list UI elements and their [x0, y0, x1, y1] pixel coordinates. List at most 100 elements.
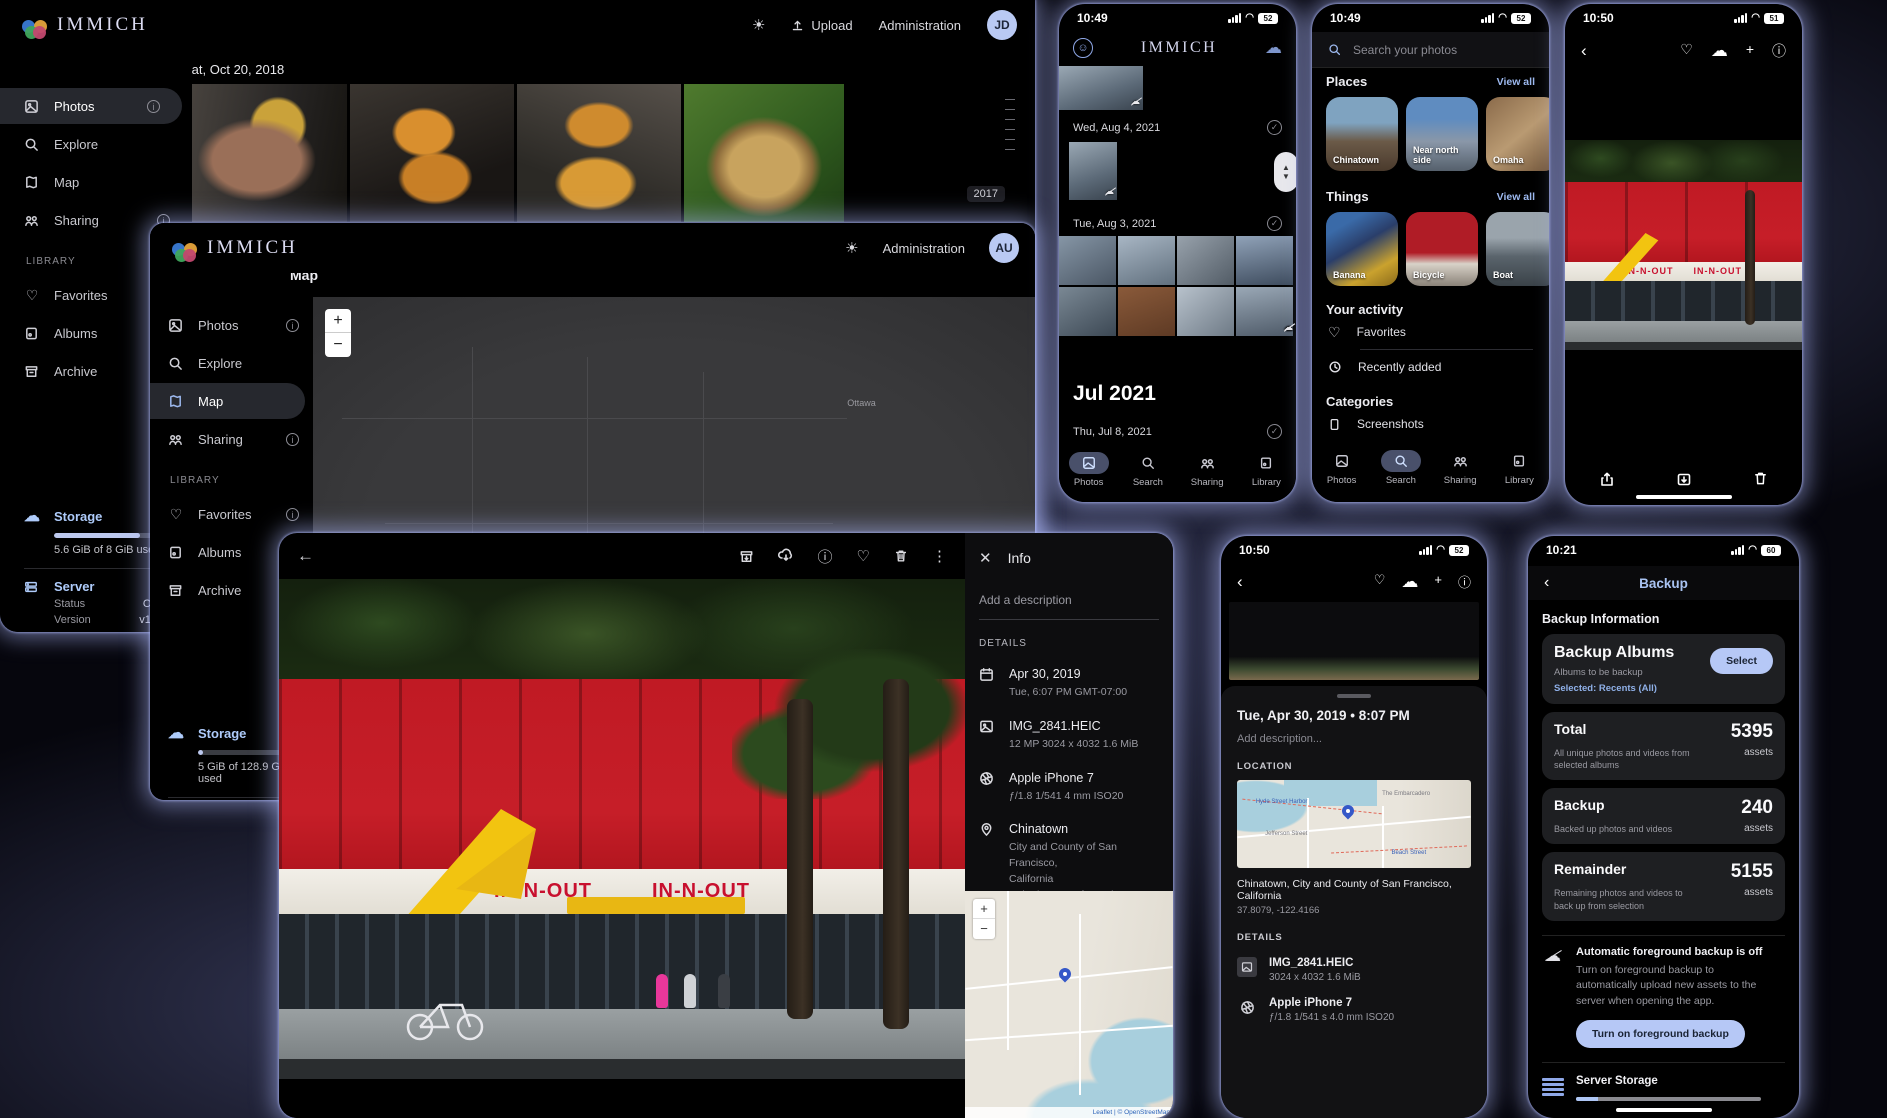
select-button[interactable]: Select: [1710, 648, 1773, 674]
photo-thumbnail[interactable]: [350, 84, 514, 222]
administration-link[interactable]: Administration: [879, 18, 961, 33]
location-map[interactable]: Hyde Street Harbor The Embarcadero Jeffe…: [1237, 780, 1471, 868]
trash-icon[interactable]: [894, 549, 908, 563]
more-options-icon[interactable]: ⋮: [932, 547, 947, 565]
nav-photos[interactable]: Photos: [1063, 452, 1115, 488]
map-attribution[interactable]: Leaflet | © OpenStreetMap: [965, 1107, 1173, 1118]
info-badge-icon[interactable]: i: [286, 508, 299, 521]
info-icon[interactable]: ⓘ: [1458, 572, 1471, 592]
nav-search[interactable]: Search: [1375, 450, 1427, 486]
back-arrow-icon[interactable]: ←: [279, 546, 314, 566]
info-icon[interactable]: ⓘ: [818, 546, 833, 567]
zoom-out-button[interactable]: −: [325, 333, 351, 357]
immich-logo[interactable]: IMMICH: [0, 12, 148, 38]
timeline-scrubber[interactable]: [1001, 90, 1021, 150]
nav-library[interactable]: Library: [1493, 450, 1545, 486]
heart-icon[interactable]: ♡: [1680, 41, 1693, 61]
nav-library[interactable]: Library: [1240, 452, 1292, 488]
archive-icon[interactable]: [1676, 471, 1692, 487]
plus-icon[interactable]: +: [1746, 41, 1754, 61]
select-check-icon[interactable]: ✓: [1267, 216, 1282, 231]
search-input[interactable]: Search your photos: [1312, 32, 1549, 68]
select-check-icon[interactable]: ✓: [1267, 424, 1282, 439]
nav-sharing[interactable]: Sharing: [1181, 452, 1233, 488]
minimap-zoom-control[interactable]: + −: [973, 899, 995, 939]
upload-button[interactable]: Upload: [791, 18, 852, 33]
sidebar-item-favorites[interactable]: ♡ Favorites i: [150, 496, 313, 532]
description-input[interactable]: Add a description: [979, 593, 1159, 620]
photo-peek[interactable]: [1229, 602, 1479, 680]
nav-sharing[interactable]: Sharing: [1434, 450, 1486, 486]
sidebar-item-map[interactable]: Map: [150, 383, 305, 419]
heart-icon[interactable]: ♡: [857, 547, 870, 565]
timeline-scrubber-handle[interactable]: ▲▼: [1274, 152, 1296, 192]
view-all-link[interactable]: View all: [1497, 191, 1535, 203]
place-card[interactable]: Chinatown: [1326, 97, 1398, 171]
administration-link[interactable]: Administration: [883, 241, 965, 256]
avatar[interactable]: AU: [989, 233, 1019, 263]
back-chevron-icon[interactable]: ‹: [1237, 572, 1243, 592]
info-badge-icon[interactable]: i: [147, 100, 160, 113]
close-icon[interactable]: ✕: [979, 549, 992, 567]
category-screenshots[interactable]: Screenshots: [1312, 409, 1549, 439]
zoom-in-button[interactable]: +: [325, 309, 351, 333]
photo-thumbnail[interactable]: ☁: [1236, 236, 1293, 285]
turn-on-foreground-backup-button[interactable]: Turn on foreground backup: [1576, 1020, 1745, 1048]
share-icon[interactable]: [1599, 471, 1615, 487]
sidebar-item-explore[interactable]: Explore: [0, 126, 192, 162]
place-card[interactable]: Omaha: [1486, 97, 1549, 171]
info-badge-icon[interactable]: i: [286, 319, 299, 332]
photo-thumbnail[interactable]: ☁: [1059, 66, 1143, 110]
profile-icon[interactable]: ☺: [1073, 38, 1093, 58]
upload-cloud-icon[interactable]: ☁↑: [1711, 41, 1728, 61]
description-input[interactable]: Add description...: [1221, 723, 1487, 745]
info-badge-icon[interactable]: i: [286, 433, 299, 446]
photo-thumbnail[interactable]: ☁: [1069, 142, 1117, 200]
photo-main[interactable]: IN-N-OUTIN-N-OUT: [1565, 140, 1802, 350]
select-check-icon[interactable]: ✓: [1267, 120, 1282, 135]
heart-icon[interactable]: ♡: [1374, 572, 1386, 592]
sidebar-item-sharing[interactable]: Sharing i: [150, 421, 313, 457]
avatar[interactable]: JD: [987, 10, 1017, 40]
archive-icon[interactable]: [739, 549, 754, 564]
upload-cloud-icon[interactable]: ☁↑: [1401, 572, 1418, 592]
theme-toggle-icon[interactable]: ☀: [845, 239, 858, 257]
zoom-in-button[interactable]: +: [973, 899, 995, 919]
photo-thumbnail[interactable]: ☁: [1118, 236, 1175, 285]
sidebar-item-map[interactable]: Map: [0, 164, 192, 200]
photo-thumbnail[interactable]: ☁: [1236, 287, 1293, 336]
thing-card[interactable]: Banana: [1326, 212, 1398, 286]
theme-toggle-icon[interactable]: ☀: [752, 16, 765, 34]
photo-thumbnail[interactable]: [684, 84, 844, 222]
info-minimap[interactable]: + − Leaflet | © OpenStreetMap: [965, 891, 1173, 1118]
sidebar-item-photos[interactable]: Photos i: [0, 88, 182, 124]
info-icon[interactable]: ⓘ: [1772, 41, 1786, 61]
photo-thumbnail[interactable]: [517, 84, 681, 222]
activity-favorites[interactable]: ♡ Favorites: [1312, 317, 1549, 347]
back-chevron-icon[interactable]: ‹: [1581, 41, 1587, 61]
zoom-out-button[interactable]: −: [973, 919, 995, 939]
plus-icon[interactable]: +: [1434, 572, 1442, 592]
backup-cloud-icon[interactable]: ☁↑: [1265, 38, 1282, 58]
immich-logo[interactable]: IMMICH: [150, 235, 298, 261]
activity-recently-added[interactable]: Recently added: [1312, 352, 1549, 382]
photo-thumbnail[interactable]: ☁: [1118, 287, 1175, 336]
photo-thumbnail[interactable]: [1177, 287, 1234, 336]
sidebar-item-explore[interactable]: Explore: [150, 345, 313, 381]
trash-icon[interactable]: [1753, 471, 1768, 487]
download-icon[interactable]: [778, 548, 794, 564]
sharing-icon: [168, 432, 184, 447]
nav-search[interactable]: Search: [1122, 452, 1174, 488]
photo-thumbnail[interactable]: [1059, 236, 1116, 285]
photo-main[interactable]: IN-N-OUT IN-N-OUT: [279, 579, 965, 1079]
sidebar-item-photos[interactable]: Photos i: [150, 307, 313, 343]
photo-thumbnail[interactable]: [1177, 236, 1234, 285]
map-zoom-control[interactable]: + −: [325, 309, 351, 357]
thing-card[interactable]: Boat: [1486, 212, 1549, 286]
photo-thumbnail[interactable]: [183, 84, 347, 222]
photo-thumbnail[interactable]: [1059, 287, 1116, 336]
nav-photos[interactable]: Photos: [1316, 450, 1368, 486]
place-card[interactable]: Near north side: [1406, 97, 1478, 171]
view-all-link[interactable]: View all: [1497, 76, 1535, 88]
thing-card[interactable]: Bicycle: [1406, 212, 1478, 286]
